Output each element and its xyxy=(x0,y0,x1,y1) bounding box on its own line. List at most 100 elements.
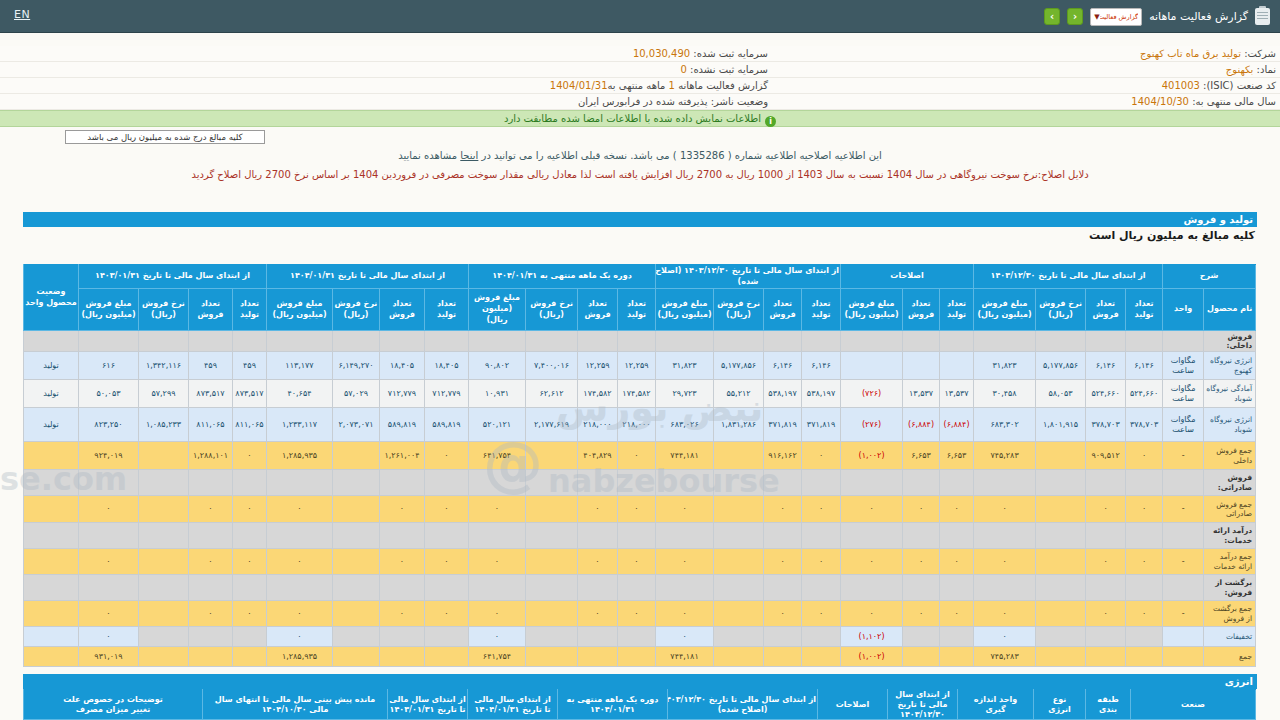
row-label: انرژی نیروگاهکهنوج xyxy=(1204,352,1256,380)
table-cell xyxy=(189,523,233,549)
table-cell xyxy=(714,575,764,601)
table-cell xyxy=(24,627,79,647)
table-cell xyxy=(1036,647,1086,667)
table-cell: ۲۱۸,۰۰۰ xyxy=(578,408,618,442)
table-cell: تولید xyxy=(24,408,79,442)
table-cell: ۰ xyxy=(618,549,656,575)
table-cell: ۶۱۶ xyxy=(79,352,139,380)
table-cell xyxy=(841,352,903,380)
table-cell xyxy=(1163,470,1204,496)
table-cell xyxy=(802,627,841,647)
energy-col-11: توضیحات در خصوص علتتغییر میزان مصرف xyxy=(24,690,203,720)
energy-col-5: اصلاحات xyxy=(818,690,888,720)
table-cell xyxy=(139,575,189,601)
row-label: جمع xyxy=(1204,647,1256,667)
table-cell xyxy=(189,627,233,647)
table-row: درآمد ارائهخدمات: xyxy=(24,523,1256,549)
table-cell xyxy=(940,627,974,647)
issuer-status-label: وضعیت ناشر: xyxy=(711,96,768,107)
table-cell: ۱۱۳,۱۷۷ xyxy=(267,352,333,380)
table-cell xyxy=(578,575,618,601)
table-cell: ۶,۱۴۶ xyxy=(1086,352,1126,380)
table-cell: - xyxy=(1163,496,1204,523)
table-cell xyxy=(1036,470,1086,496)
energy-col-0: صنعت xyxy=(1131,690,1256,720)
table-cell: ۱۳,۵۳۷ xyxy=(903,380,940,408)
previous-report-button[interactable]: ‹ xyxy=(1044,8,1060,25)
table-cell xyxy=(1086,523,1126,549)
table-cell xyxy=(267,575,333,601)
table-row: فروشداخلی: xyxy=(24,331,1256,352)
table-cell xyxy=(139,549,189,575)
energy-col-4: از ابتدای سالمالی تا تاریخ۱۴۰۳/۱۲/۳۰ xyxy=(888,690,958,720)
table-cell: ۱۷۴,۵۸۲ xyxy=(618,380,656,408)
table-cell: ۰ xyxy=(578,549,618,575)
table-cell xyxy=(526,549,578,575)
issuer-status-value: پذیرفته شده در فرابورس ایران xyxy=(578,96,708,107)
table-cell xyxy=(425,647,469,667)
table-cell xyxy=(764,523,802,549)
table-cell xyxy=(940,647,974,667)
table-cell xyxy=(764,331,802,352)
table-cell: - xyxy=(1163,601,1204,627)
table-cell: ۶۴۱,۷۵۴ xyxy=(469,647,526,667)
table-cell xyxy=(267,331,333,352)
table-cell: ۷۴۵,۲۸۳ xyxy=(974,647,1036,667)
table-cell: ۱۰,۹۳۱ xyxy=(469,380,526,408)
energy-band: انرژی xyxy=(23,674,1257,689)
table-cell: ۴۵۹ xyxy=(189,352,233,380)
company-value[interactable]: تولید برق ماه تاب کهنوج xyxy=(1140,48,1241,59)
table-cell xyxy=(333,442,380,470)
table-cell: ۰ xyxy=(233,549,267,575)
table-cell xyxy=(764,470,802,496)
energy-col-8: از ابتدای سال مالیتا تاریخ ۱۴۰۴/۰۱/۳۱ xyxy=(468,690,558,720)
table-cell xyxy=(940,470,974,496)
col-sale-amount: مبلغ فروش(میلیون ریال) xyxy=(974,289,1036,331)
table-cell: ۰ xyxy=(1126,549,1163,575)
table-cell xyxy=(618,647,656,667)
table-cell xyxy=(233,627,267,647)
table-cell xyxy=(903,523,940,549)
registered-capital-label: سرمایه ثبت شده: xyxy=(693,48,768,59)
table-cell: ۱,۸۳۱,۲۸۶ xyxy=(714,408,764,442)
chevron-down-icon: ▼ xyxy=(1094,13,1099,21)
symbol-value[interactable]: بکهنوج xyxy=(1226,64,1254,75)
table-cell xyxy=(425,523,469,549)
clipboard-icon xyxy=(1255,8,1270,25)
table-cell xyxy=(578,627,618,647)
table-cell xyxy=(425,470,469,496)
col-group-3: دوره یک ماهه منتهی به ۱۴۰۴/۰۱/۳۱ xyxy=(469,265,656,289)
energy-col-10: مانده پیش بینی سال مالی تا انتهای سالمال… xyxy=(203,690,388,720)
table-cell: ۰ xyxy=(380,496,425,523)
row-label: جمع درآمدارائه خدمات xyxy=(1204,549,1256,575)
col-qty-produced: تعدادتولید xyxy=(940,289,974,331)
next-report-button[interactable]: › xyxy=(1067,8,1083,25)
table-cell xyxy=(526,627,578,647)
table-cell: ۰ xyxy=(764,496,802,523)
table-cell xyxy=(333,647,380,667)
table-cell: ۲۱۸,۰۰۰ xyxy=(618,408,656,442)
previous-version-link[interactable]: اینجا xyxy=(460,150,478,161)
amendment-line: این اطلاعیه اصلاحیه اطلاعیه شماره ( 1335… xyxy=(0,150,1280,161)
table-cell xyxy=(618,575,656,601)
table-cell: ۳۷۱,۸۱۹ xyxy=(802,408,841,442)
table-row: جمع درآمدارائه خدمات-۰۰۰۰۰۰۰۰۰۰۰۰۰۰۰۰۰۰ xyxy=(24,549,1256,575)
report-type-select[interactable]: گزارش فعالیت ... ▼ xyxy=(1090,8,1142,26)
table-cell: ۲,۱۷۷,۶۱۹ xyxy=(526,408,578,442)
table-cell xyxy=(526,523,578,549)
language-link[interactable]: EN xyxy=(14,8,30,21)
energy-col-9: از ابتدای سال مالیتا تاریخ ۱۴۰۳/۰۱/۳۱ xyxy=(388,690,468,720)
table-row: جمع فروشداخلی-۰۹۰۹,۵۱۲۷۴۵,۲۸۳۶,۶۵۳۶,۶۵۳(… xyxy=(24,442,1256,470)
table-cell xyxy=(139,496,189,523)
table-cell xyxy=(618,331,656,352)
table-cell xyxy=(714,470,764,496)
company-label: شرکت: xyxy=(1244,48,1276,59)
report-period-date: 1404/01/31 xyxy=(550,80,608,91)
table-cell xyxy=(333,549,380,575)
table-cell xyxy=(333,331,380,352)
table-cell xyxy=(1126,575,1163,601)
table-cell: ۱۷۴,۵۸۲ xyxy=(578,380,618,408)
table-cell: ۵۷,۰۲۹ xyxy=(333,380,380,408)
table-cell xyxy=(578,523,618,549)
table-row: فروشصادراتی: xyxy=(24,470,1256,496)
